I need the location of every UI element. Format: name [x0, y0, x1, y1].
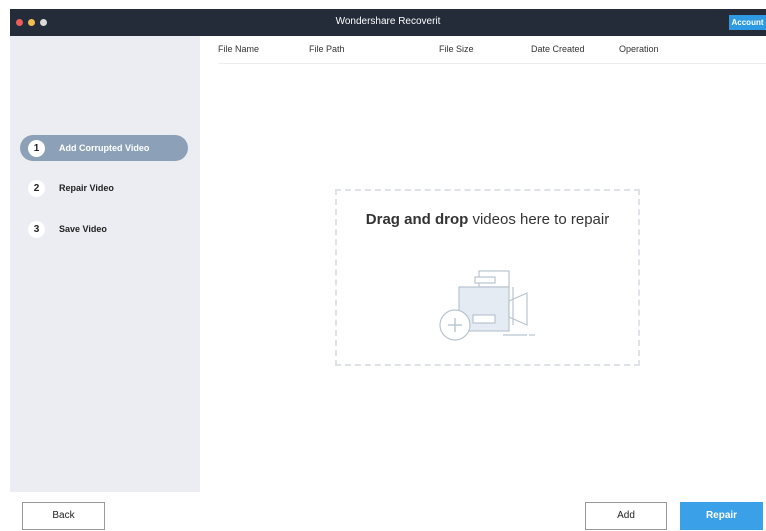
table-header-divider: [218, 63, 766, 64]
step-number: 3: [28, 220, 45, 238]
title-bar: Wondershare Recoverit Account: [10, 9, 766, 36]
step-repair-video[interactable]: 2 Repair Video: [20, 175, 188, 201]
video-camera-add-icon[interactable]: [437, 263, 549, 345]
drop-instruction-rest: videos here to repair: [468, 211, 610, 228]
drop-instruction: Drag and drop videos here to repair: [337, 211, 638, 228]
column-header-date-created[interactable]: Date Created: [531, 44, 585, 54]
sidebar: 1 Add Corrupted Video 2 Repair Video 3 S…: [10, 36, 200, 492]
repair-button[interactable]: Repair: [680, 502, 763, 530]
step-save-video[interactable]: 3 Save Video: [20, 216, 188, 242]
add-button[interactable]: Add: [585, 502, 667, 530]
step-add-corrupted-video[interactable]: 1 Add Corrupted Video: [20, 135, 188, 161]
column-header-file-path[interactable]: File Path: [309, 44, 345, 54]
step-label: Add Corrupted Video: [59, 143, 150, 153]
main-panel: File Name File Path File Size Date Creat…: [200, 36, 766, 492]
drop-zone[interactable]: Drag and drop videos here to repair: [335, 189, 640, 366]
drop-instruction-bold: Drag and drop: [365, 211, 469, 228]
bottom-toolbar: Back Add Repair: [0, 492, 766, 531]
window-title: Wondershare Recoverit: [335, 16, 441, 27]
step-label: Save Video: [59, 224, 107, 234]
step-label: Repair Video: [59, 183, 114, 193]
back-button[interactable]: Back: [22, 502, 105, 530]
column-header-file-size[interactable]: File Size: [439, 44, 474, 54]
step-number: 1: [28, 139, 45, 157]
account-button[interactable]: Account: [729, 15, 766, 30]
column-header-file-name[interactable]: File Name: [218, 44, 259, 54]
step-number: 2: [28, 179, 45, 197]
column-header-operation[interactable]: Operation: [619, 44, 659, 54]
